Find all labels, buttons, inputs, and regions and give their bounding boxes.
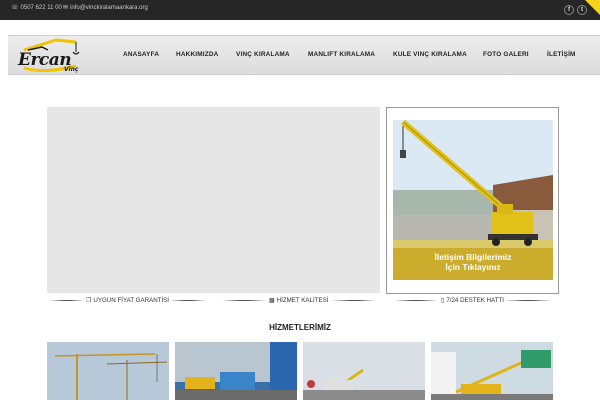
feature-support-label: 7/24 DESTEK HATTI [446,296,504,304]
nav-foto-galeri[interactable]: FOTO GALERI [483,51,529,58]
service-card-manlift[interactable] [431,342,553,400]
promo-line-2: İçin Tıklayınız [445,262,501,272]
nav-vinc-kiralama[interactable]: VINÇ KIRALAMA [236,51,290,58]
nav-kule-vinc-kiralama[interactable]: KULE VINÇ KIRALAMA [393,51,467,58]
cubes-icon: ▩ [269,297,275,304]
service-card-truck-crane[interactable] [175,342,297,400]
twitter-icon[interactable]: t [577,5,587,15]
feature-quality: ▩ HİZMET KALİTESİ [269,295,328,305]
promo-line-1: İletişim Bilgilerimiz [434,252,512,262]
divider-line [170,300,206,301]
divider-line [50,300,84,301]
service-card-tower-crane[interactable] [47,342,169,400]
top-phone[interactable]: ☏ 0507 622 11 00 [11,4,62,12]
divider-line [332,300,376,301]
copy-icon: ❐ [86,297,92,304]
feature-price-label: UYGUN FİYAT GARANTİSİ [93,296,170,304]
feature-price: ❐ UYGUN FİYAT GARANTİSİ [86,295,169,305]
logo-sub: Vinç [64,66,79,73]
services-title: HİZMETLERİMİZ [269,323,331,332]
mobile-icon: ▯ [441,297,445,304]
nav-anasayfa[interactable]: ANASAYFA [123,51,159,58]
nav-hakkimizda[interactable]: HAKKIMIZDA [176,51,218,58]
divider-line [505,300,551,301]
promo-caption[interactable]: İletişim Bilgilerimiz İçin Tıklayınız [393,252,553,272]
hero-slider[interactable] [47,107,380,293]
facebook-icon[interactable]: f [564,5,574,15]
nav-iletisim[interactable]: İLETİŞİM [547,51,576,58]
mail-icon: ✉ [63,5,69,11]
phone-number[interactable]: 0507 622 11 00 [21,5,62,11]
nav-manlift-kiralama[interactable]: MANLIFT KIRALAMA [308,51,375,58]
divider-line [394,300,438,301]
divider-line [222,300,266,301]
feature-quality-label: HİZMET KALİTESİ [276,296,329,304]
email-address[interactable]: info@vinckiralamaankara.org [70,5,148,11]
top-email[interactable]: ✉ info@vinckiralamaankara.org [63,4,148,12]
feature-support: ▯ 7/24 DESTEK HATTI [441,295,504,305]
phone-icon: ☏ [11,5,19,11]
service-card-mobile-crane[interactable] [303,342,425,400]
